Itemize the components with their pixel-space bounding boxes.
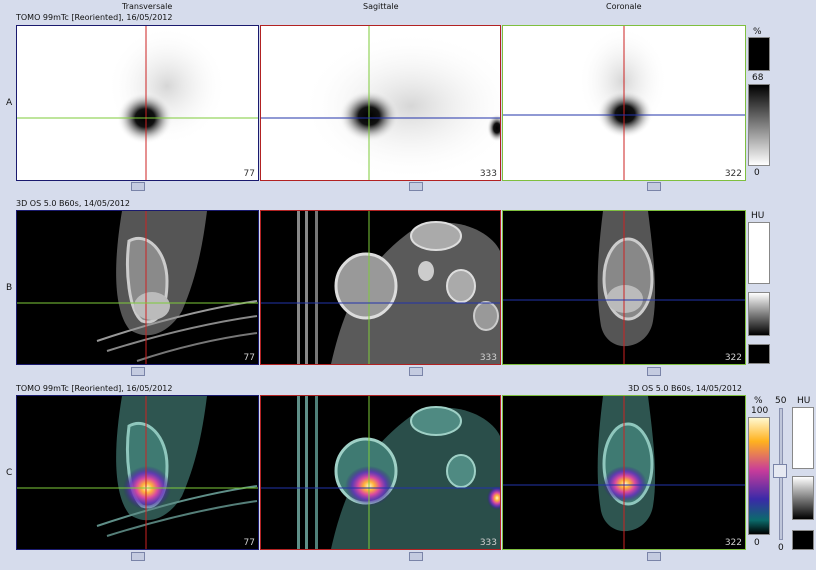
row-c-label: C — [6, 468, 13, 478]
slice-slider-a-transversale[interactable] — [131, 182, 145, 191]
blend-min: 0 — [778, 543, 784, 553]
row-a-label: A — [6, 98, 13, 108]
slice-number: 333 — [479, 538, 497, 548]
panel-b-sagittale[interactable]: 333 — [260, 210, 501, 365]
panel-b-coronale[interactable]: 322 — [502, 210, 746, 365]
panel-a-transversale[interactable]: 77 — [16, 25, 259, 181]
scale-a-max: 68 — [752, 73, 764, 83]
scale-c-ct-colorbar[interactable] — [792, 476, 814, 520]
row-a-header: TOMO 99mTc [Reoriented], 16/05/2012 — [16, 13, 173, 22]
panel-c-sagittale[interactable]: 333 — [260, 395, 501, 550]
slice-number: 322 — [724, 538, 742, 548]
view-header-sagittale: Sagittale — [363, 2, 399, 11]
slice-slider-a-coronale[interactable] — [647, 182, 661, 191]
row-c-header-left: TOMO 99mTc [Reoriented], 16/05/2012 — [16, 384, 173, 393]
slice-slider-c-sagittale[interactable] — [409, 552, 423, 561]
view-header-coronale: Coronale — [606, 2, 642, 11]
panel-c-coronale[interactable]: 322 — [502, 395, 746, 550]
scale-a-min: 0 — [754, 168, 760, 178]
slice-number: 333 — [479, 353, 497, 363]
slice-slider-b-sagittale[interactable] — [409, 367, 423, 376]
slice-number: 333 — [479, 169, 497, 179]
scale-c-spect-colorbar[interactable] — [748, 417, 770, 535]
scale-b-top-block — [748, 222, 770, 284]
slice-number: 77 — [243, 169, 255, 179]
scale-c-spect-max: 100 — [751, 406, 769, 416]
panel-a-coronale[interactable]: 322 — [502, 25, 746, 181]
slice-slider-b-coronale[interactable] — [647, 367, 661, 376]
blend-value: 50 — [775, 396, 787, 406]
panel-b-transversale[interactable]: 77 — [16, 210, 259, 365]
slice-slider-c-transversale[interactable] — [131, 552, 145, 561]
scale-b-bottom-block — [748, 344, 770, 364]
scale-c-ct-top-block — [792, 407, 814, 469]
row-b-label: B — [6, 283, 13, 293]
blend-slider-handle[interactable] — [773, 464, 787, 478]
scale-b-colorbar[interactable] — [748, 292, 770, 336]
scale-a-top-block — [748, 37, 770, 71]
slice-slider-c-coronale[interactable] — [647, 552, 661, 561]
view-header-transversale: Transversale — [122, 2, 173, 11]
panel-a-sagittale[interactable]: 333 — [260, 25, 501, 181]
scale-a-colorbar[interactable] — [748, 84, 770, 166]
scale-c-spect-unit: % — [754, 396, 763, 406]
scale-a-unit: % — [753, 27, 762, 37]
panel-c-transversale[interactable]: 77 — [16, 395, 259, 550]
slice-number: 322 — [724, 169, 742, 179]
slice-number: 77 — [243, 353, 255, 363]
slice-number: 77 — [243, 538, 255, 548]
scale-c-ct-bottom-block — [792, 530, 814, 550]
slice-number: 322 — [724, 353, 742, 363]
row-b-header: 3D OS 5.0 B60s, 14/05/2012 — [16, 199, 131, 208]
scale-c-ct-unit: HU — [797, 396, 811, 406]
row-c-header-right: 3D OS 5.0 B60s, 14/05/2012 — [628, 384, 743, 393]
scale-c-spect-min: 0 — [754, 538, 760, 548]
slice-slider-b-transversale[interactable] — [131, 367, 145, 376]
scale-b-unit: HU — [751, 211, 765, 221]
slice-slider-a-sagittale[interactable] — [409, 182, 423, 191]
